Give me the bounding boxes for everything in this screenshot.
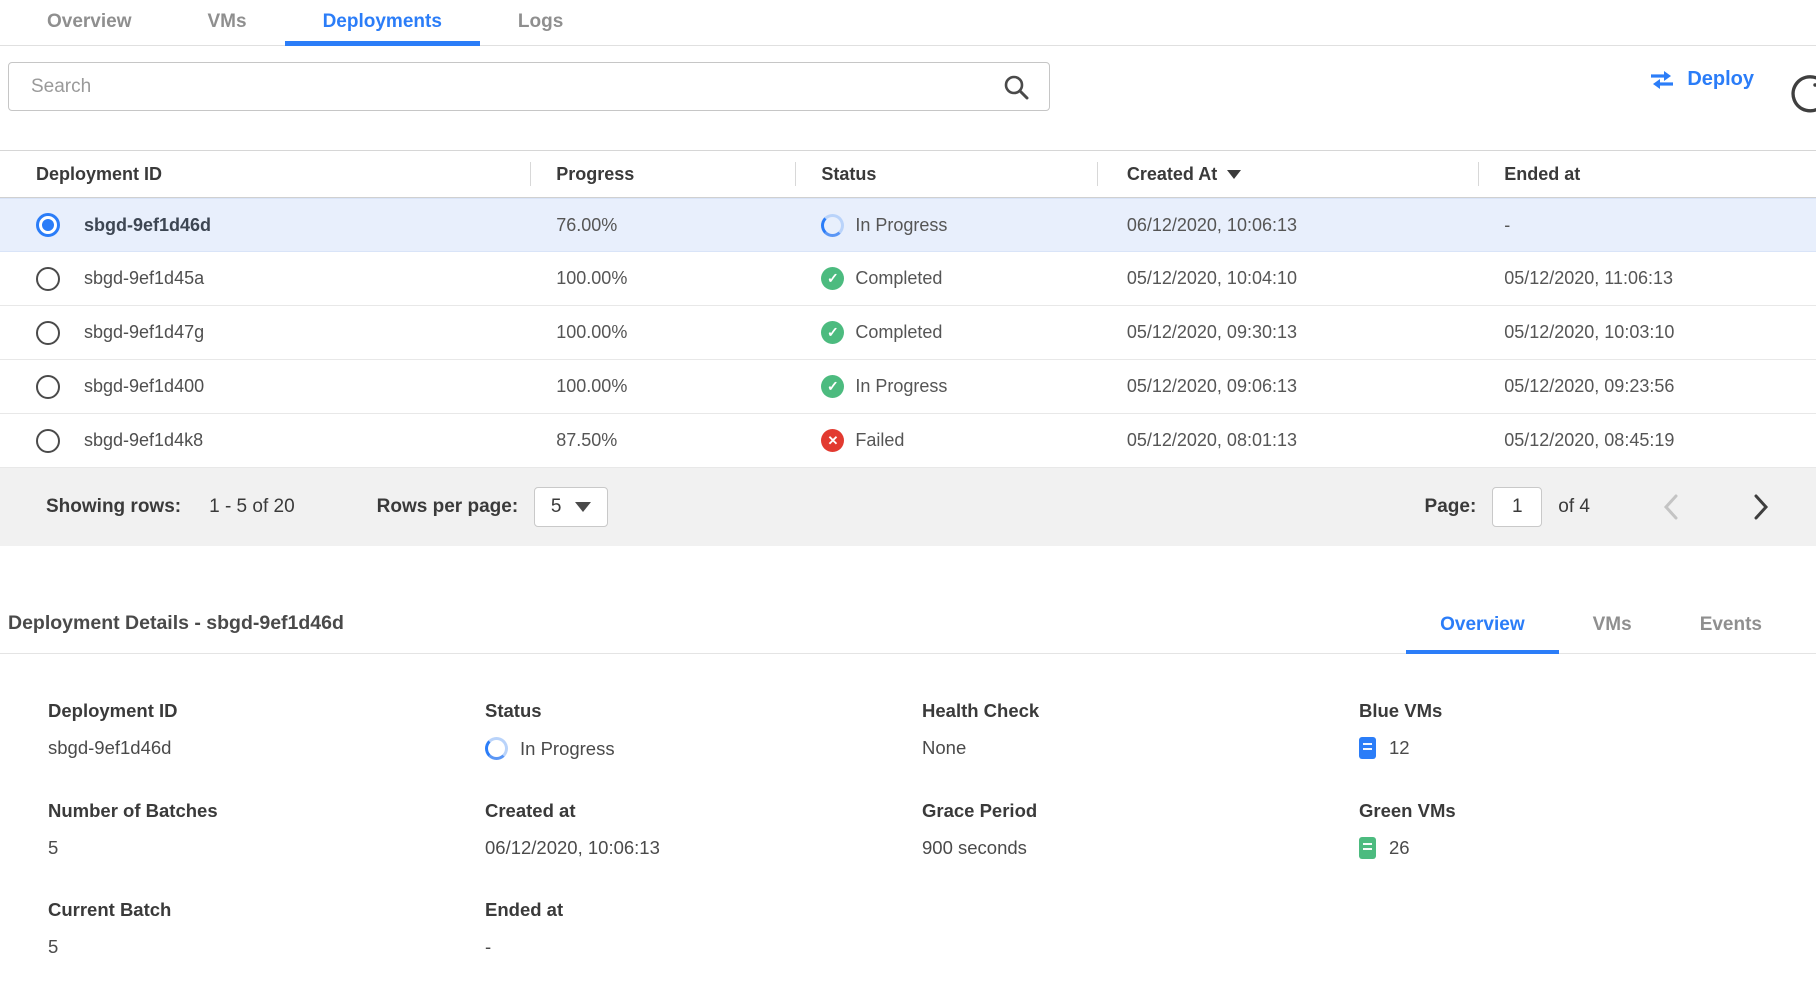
tab-overview[interactable]: Overview: [9, 0, 170, 45]
toolbar: Deploy: [0, 46, 1816, 150]
table-pagination-bar: Showing rows: 1 - 5 of 20 Rows per page:…: [0, 468, 1816, 546]
row-radio-selected[interactable]: [36, 213, 60, 237]
status-completed-icon: [821, 321, 844, 344]
ended-at-value: 05/12/2020, 10:03:10: [1478, 306, 1816, 359]
created-at-value: 05/12/2020, 09:30:13: [1097, 306, 1478, 359]
row-radio[interactable]: [36, 321, 60, 345]
field-green-vms: Green VMs 26: [1359, 800, 1796, 859]
details-tab-bar: Overview VMs Events: [1406, 546, 1816, 653]
progress-value: 100.00%: [530, 360, 795, 413]
tab-deployments[interactable]: Deployments: [285, 0, 480, 45]
page-number-input[interactable]: [1492, 487, 1542, 527]
status-in-progress-icon: [821, 214, 844, 237]
table-row[interactable]: sbgd-9ef1d46d 76.00% In Progress 06/12/2…: [0, 198, 1816, 252]
created-at-value: 05/12/2020, 09:06:13: [1097, 360, 1478, 413]
chevron-down-icon: [575, 502, 591, 512]
table-row[interactable]: sbgd-9ef1d45a 100.00% Completed 05/12/20…: [0, 252, 1816, 306]
column-header-status[interactable]: Status: [795, 151, 1096, 197]
sort-desc-icon: [1227, 170, 1241, 179]
field-blue-vms: Blue VMs 12: [1359, 700, 1796, 760]
tab-vms[interactable]: VMs: [170, 0, 285, 45]
chevron-right-icon: [1752, 493, 1770, 521]
main-tab-bar: Overview VMs Deployments Logs: [0, 0, 1816, 46]
refresh-button[interactable]: [1788, 70, 1816, 114]
deploy-button[interactable]: Deploy: [1649, 68, 1754, 91]
status-failed-icon: [821, 429, 844, 452]
spinner-icon: [485, 737, 508, 760]
deployment-id: sbgd-9ef1d47g: [84, 322, 204, 343]
row-radio[interactable]: [36, 429, 60, 453]
status-label: In Progress: [855, 215, 947, 236]
deployment-id: sbgd-9ef1d4k8: [84, 430, 203, 451]
row-radio[interactable]: [36, 375, 60, 399]
details-tab-overview[interactable]: Overview: [1406, 597, 1559, 653]
status-completed-icon: [821, 267, 844, 290]
vm-blue-icon: [1359, 737, 1376, 759]
table-row[interactable]: sbgd-9ef1d400 100.00% In Progress 05/12/…: [0, 360, 1816, 414]
created-at-value: 05/12/2020, 08:01:13: [1097, 414, 1478, 467]
deployment-details-panel: Deployment Details - sbgd-9ef1d46d Overv…: [0, 546, 1816, 958]
field-health-check: Health Check None: [922, 700, 1359, 760]
swap-arrows-icon: [1649, 70, 1675, 90]
field-status: Status In Progress: [485, 700, 922, 760]
column-header-ended-at[interactable]: Ended at: [1478, 151, 1816, 197]
rows-per-page-select[interactable]: 5: [534, 487, 608, 527]
previous-page-button[interactable]: [1662, 493, 1680, 521]
column-header-deployment-id[interactable]: Deployment ID: [0, 151, 530, 197]
details-tab-events[interactable]: Events: [1666, 597, 1796, 653]
refresh-icon: [1788, 70, 1816, 114]
progress-value: 87.50%: [530, 414, 795, 467]
ended-at-value: 05/12/2020, 09:23:56: [1478, 360, 1816, 413]
table-row[interactable]: sbgd-9ef1d47g 100.00% Completed 05/12/20…: [0, 306, 1816, 360]
vm-green-icon: [1359, 837, 1376, 859]
column-header-created-at[interactable]: Created At: [1097, 151, 1478, 197]
ended-at-value: 05/12/2020, 08:45:19: [1478, 414, 1816, 467]
showing-rows-value: 1 - 5 of 20: [209, 496, 295, 518]
table-row[interactable]: sbgd-9ef1d4k8 87.50% Failed 05/12/2020, …: [0, 414, 1816, 468]
status-label: Failed: [855, 430, 904, 451]
progress-value: 100.00%: [530, 306, 795, 359]
search-icon[interactable]: [1003, 74, 1029, 100]
deployments-table: Deployment ID Progress Status Created At…: [0, 150, 1816, 546]
showing-rows-label: Showing rows:: [46, 496, 181, 518]
search-input[interactable]: [9, 76, 1003, 98]
field-number-of-batches: Number of Batches 5: [48, 800, 485, 859]
created-at-value: 05/12/2020, 10:04:10: [1097, 252, 1478, 305]
ended-at-value: 05/12/2020, 11:06:13: [1478, 252, 1816, 305]
column-header-progress[interactable]: Progress: [530, 151, 795, 197]
field-ended-at: Ended at -: [485, 899, 922, 958]
deployment-id: sbgd-9ef1d46d: [84, 215, 211, 236]
ended-at-value: -: [1478, 199, 1816, 251]
field-deployment-id: Deployment ID sbgd-9ef1d46d: [48, 700, 485, 760]
created-at-value: 06/12/2020, 10:06:13: [1097, 199, 1478, 251]
deploy-label: Deploy: [1687, 68, 1754, 91]
status-label: Completed: [855, 322, 942, 343]
progress-value: 76.00%: [530, 199, 795, 251]
status-completed-icon: [821, 375, 844, 398]
details-grid: Deployment ID sbgd-9ef1d46d Status In Pr…: [0, 654, 1816, 958]
status-label: In Progress: [855, 376, 947, 397]
field-grace-period: Grace Period 900 seconds: [922, 800, 1359, 859]
field-current-batch: Current Batch 5: [48, 899, 485, 958]
page-label: Page:: [1425, 496, 1477, 518]
deployment-id: sbgd-9ef1d45a: [84, 268, 204, 289]
details-tab-vms[interactable]: VMs: [1559, 597, 1666, 653]
field-created-at: Created at 06/12/2020, 10:06:13: [485, 800, 922, 859]
table-header-row: Deployment ID Progress Status Created At…: [0, 151, 1816, 198]
chevron-left-icon: [1662, 493, 1680, 521]
next-page-button[interactable]: [1752, 493, 1770, 521]
page-total: of 4: [1558, 496, 1590, 518]
progress-value: 100.00%: [530, 252, 795, 305]
rows-per-page-value: 5: [551, 496, 562, 518]
status-label: Completed: [855, 268, 942, 289]
details-title: Deployment Details - sbgd-9ef1d46d: [8, 612, 344, 635]
search-box: [8, 62, 1050, 111]
deployment-id: sbgd-9ef1d400: [84, 376, 204, 397]
row-radio[interactable]: [36, 267, 60, 291]
tab-logs[interactable]: Logs: [480, 0, 601, 45]
rows-per-page-label: Rows per page:: [377, 496, 518, 518]
